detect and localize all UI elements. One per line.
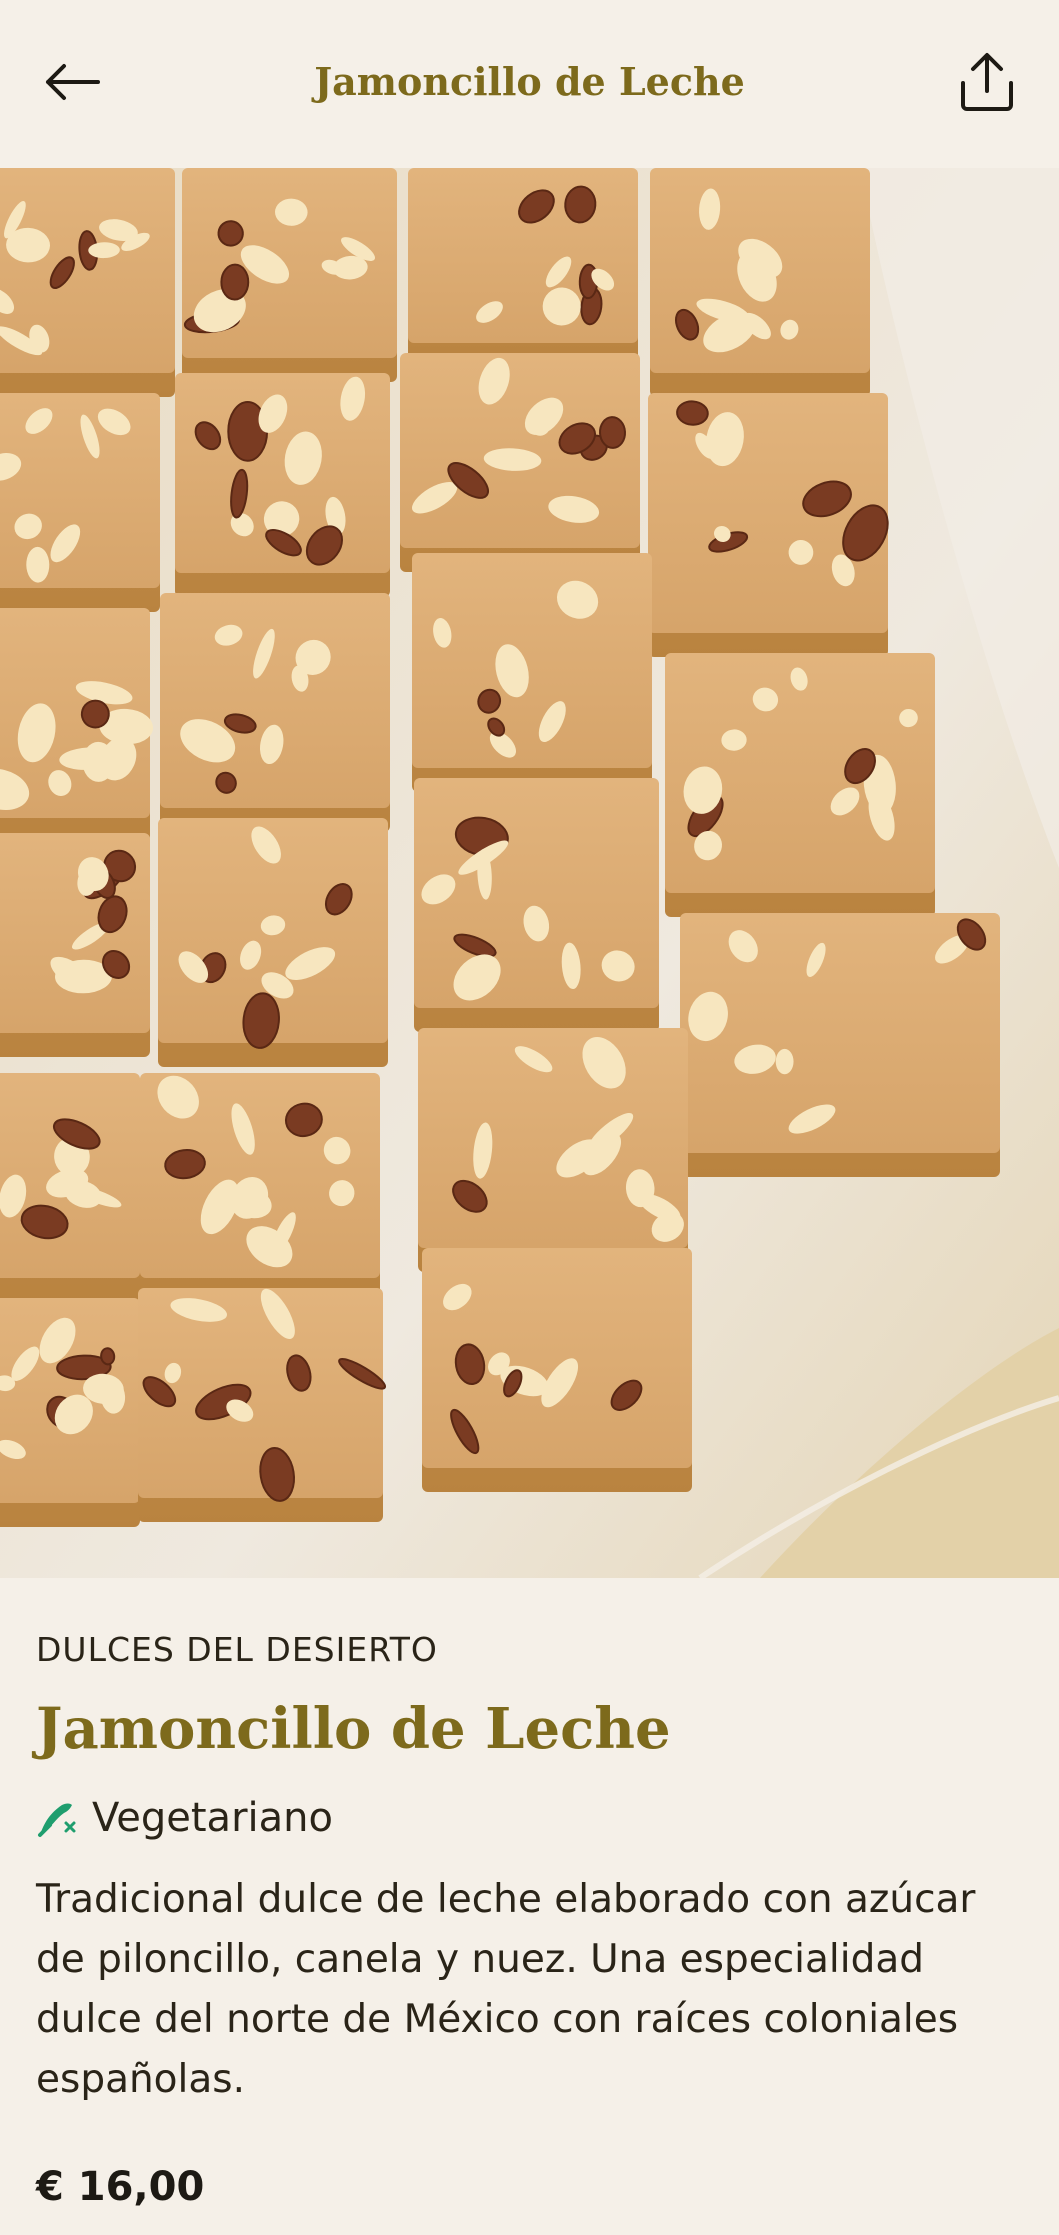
fudge-square [0,1073,140,1302]
fudge-square [182,168,397,382]
share-button[interactable] [951,46,1023,118]
diet-tag: Vegetariano [36,1792,333,1844]
fudge-square [158,818,388,1067]
product-description: Tradicional dulce de leche elaborado con… [36,1877,976,2102]
back-button[interactable] [36,46,108,118]
fudge-square [0,168,175,397]
page-title: Jamoncillo de Leche [314,59,745,104]
fudge-square [650,168,870,397]
fudge-square [0,1298,140,1527]
fudge-square [0,393,160,612]
arrow-left-icon [46,64,100,100]
fudge-square [680,913,1000,1177]
fudge-square [138,1288,387,1522]
brand-name: DULCES DEL DESIERTO [36,1630,438,1669]
diet-label: Vegetariano [92,1795,333,1841]
fudge-square [140,1073,380,1302]
fudge-square [408,168,638,367]
share-icon [961,53,1013,111]
vegetarian-leaf-icon [38,1803,76,1837]
fudge-square [414,778,659,1032]
fudge-photo-illustration [0,168,1059,1578]
top-bar: Jamoncillo de Leche [0,0,1059,168]
fudge-square [422,1248,692,1492]
fudge-square [175,373,390,597]
product-title: Jamoncillo de Leche [36,1696,671,1762]
product-detail-page: Jamoncillo de Leche DULCES DEL DESIERTO … [0,0,1059,2235]
fudge-square [0,833,150,1057]
fudge-square [160,593,390,832]
fudge-square [648,393,889,657]
fudge-square [0,608,154,842]
fudge-square [665,653,935,917]
fudge-square [400,353,640,572]
fudge-square [412,553,652,792]
product-price: € 16,00 [36,2164,205,2210]
product-image [0,168,1059,1578]
fudge-square [418,1028,688,1272]
